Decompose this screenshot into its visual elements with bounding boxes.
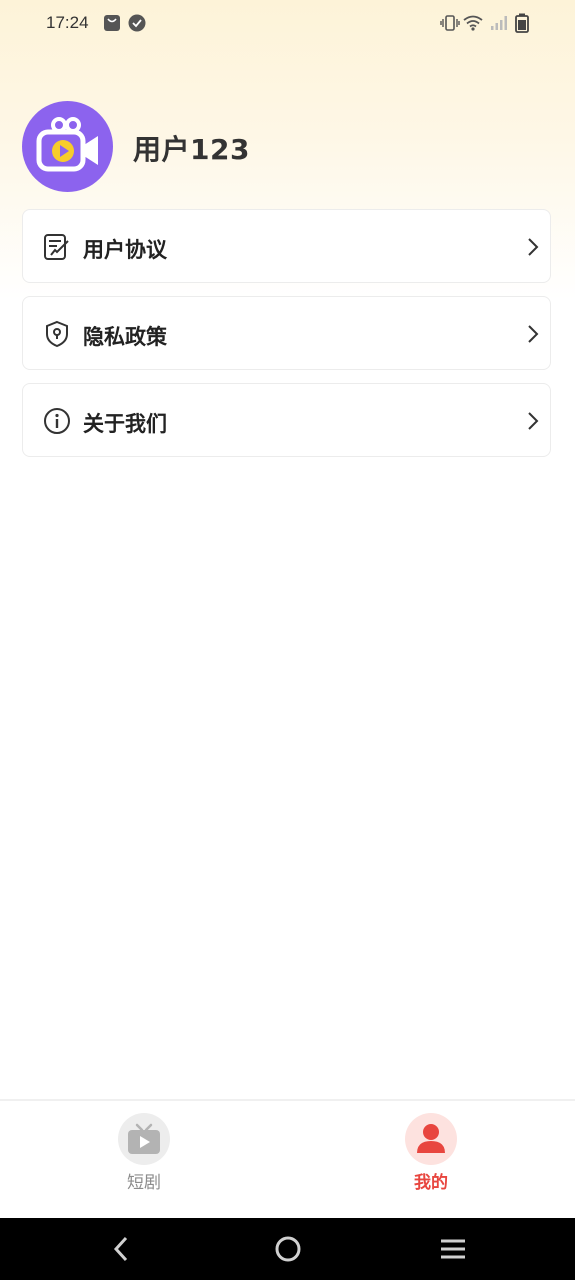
tab-label: 短剧 bbox=[127, 1173, 161, 1193]
tv-play-icon bbox=[128, 1123, 160, 1154]
menu-item-label: 关于我们 bbox=[83, 412, 167, 436]
chevron-right-icon bbox=[528, 238, 539, 256]
bottom-tab-bar: 短剧 我的 bbox=[0, 1099, 575, 1218]
person-icon bbox=[417, 1124, 445, 1153]
battery-icon bbox=[515, 13, 529, 33]
tab-icon-background bbox=[405, 1113, 457, 1165]
menu-item-user-agreement[interactable]: 用户协议 bbox=[22, 209, 551, 283]
tab-short-drama[interactable]: 短剧 bbox=[84, 1101, 204, 1218]
tab-icon-background bbox=[118, 1113, 170, 1165]
signal-icon bbox=[491, 16, 507, 30]
check-circle-icon bbox=[128, 14, 146, 32]
home-icon[interactable] bbox=[273, 1234, 303, 1264]
back-icon[interactable] bbox=[107, 1234, 137, 1264]
menu-item-label: 用户协议 bbox=[83, 238, 167, 262]
shield-icon bbox=[46, 320, 68, 348]
system-nav-bar bbox=[0, 1218, 575, 1280]
chevron-right-icon bbox=[528, 325, 539, 343]
status-time: 17:24 bbox=[46, 13, 89, 32]
status-bar: 17:24 bbox=[0, 0, 575, 48]
tab-mine[interactable]: 我的 bbox=[371, 1101, 491, 1218]
tab-label: 我的 bbox=[414, 1173, 448, 1193]
wifi-icon bbox=[463, 15, 483, 31]
document-edit-icon bbox=[44, 234, 69, 260]
vibrate-icon bbox=[440, 15, 460, 31]
info-icon bbox=[44, 408, 70, 434]
chevron-right-icon bbox=[528, 412, 539, 430]
menu-item-label: 隐私政策 bbox=[83, 325, 167, 349]
avatar[interactable] bbox=[22, 101, 113, 192]
username: 用户123 bbox=[133, 133, 250, 166]
menu-item-privacy-policy[interactable]: 隐私政策 bbox=[22, 296, 551, 370]
bag-notification-icon bbox=[104, 15, 120, 31]
video-camera-icon bbox=[36, 117, 98, 172]
menu-icon[interactable] bbox=[438, 1234, 468, 1264]
menu-item-about-us[interactable]: 关于我们 bbox=[22, 383, 551, 457]
